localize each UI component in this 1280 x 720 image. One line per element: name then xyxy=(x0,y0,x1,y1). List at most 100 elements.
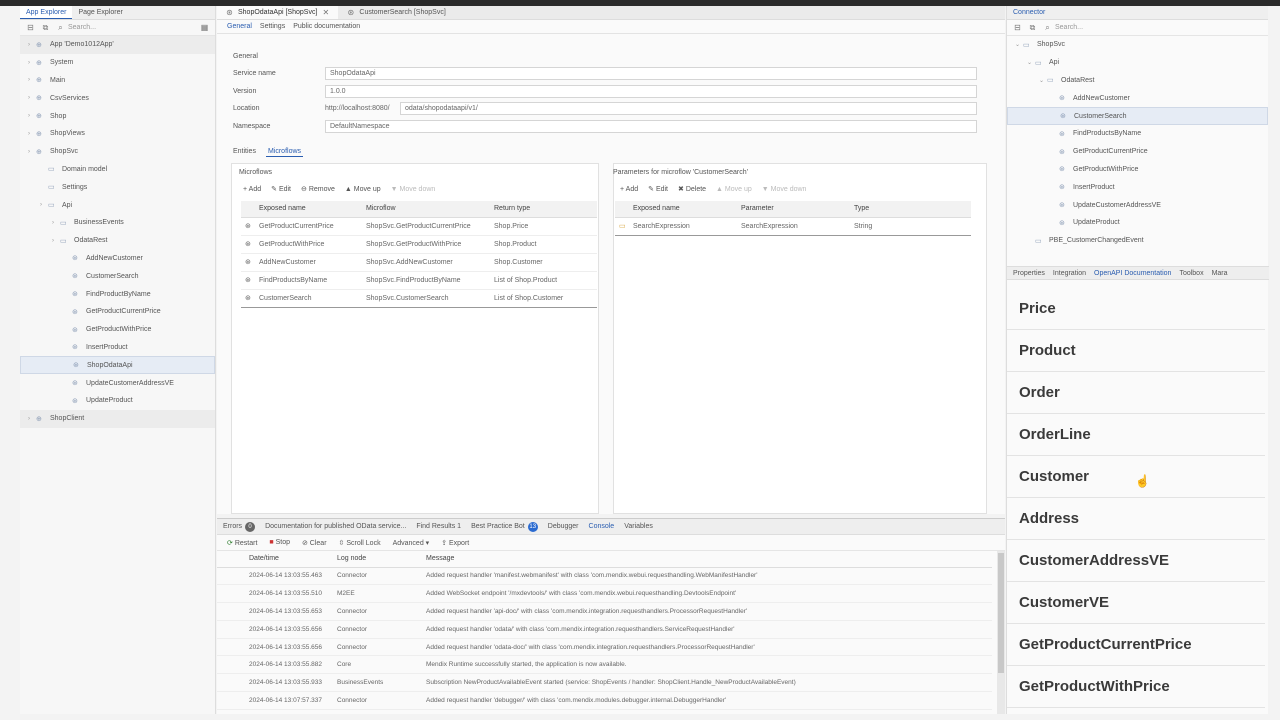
export-button[interactable]: ⇪ Export xyxy=(441,539,469,547)
chevron-icon[interactable]: › xyxy=(40,202,48,208)
connector-search[interactable]: ⌕ Search... xyxy=(1043,23,1262,32)
table-row[interactable]: ⊛ CustomerSearch ShopSvc.CustomerSearch Lis… xyxy=(241,288,597,308)
tree-item[interactable]: › ⊕ Shop xyxy=(20,107,215,125)
col-datetime[interactable]: Date/time xyxy=(245,551,333,568)
schema-item[interactable]: CustomerVE xyxy=(1007,582,1265,624)
log-row[interactable]: 2024-06-14 13:03:55.882 Core Mendix Runtim… xyxy=(217,655,992,675)
schema-item[interactable]: GetProductCurrentPrice xyxy=(1007,624,1265,666)
log-row[interactable]: 2024-06-14 13:03:55.933 BusinessEvents Sub… xyxy=(217,673,992,693)
tab-app-explorer[interactable]: App Explorer xyxy=(20,6,73,19)
advanced-dropdown[interactable]: Advanced ▾ xyxy=(393,539,430,547)
tab-integration[interactable]: Integration xyxy=(1053,270,1086,277)
collapse-all-icon[interactable]: ⊟ xyxy=(26,23,35,32)
col-param-exposed-name[interactable]: Exposed name xyxy=(629,201,737,218)
tree-item[interactable]: ⊛ InsertProduct xyxy=(20,339,215,357)
connector-tree-item[interactable]: ⊛ UpdateCustomerAddressVE xyxy=(1007,196,1268,214)
tree-item[interactable]: › ▭ OdataRest xyxy=(20,232,215,250)
tree-item[interactable]: › ⊕ ShopClient xyxy=(20,409,215,428)
console-scrollbar[interactable] xyxy=(997,551,1005,714)
connector-tree-item[interactable]: ⌄ ▭ Api xyxy=(1007,54,1268,72)
chevron-icon[interactable]: › xyxy=(28,42,36,48)
tree-item[interactable]: › ⊕ System xyxy=(20,54,215,72)
tab-documentation[interactable]: Documentation for published OData servic… xyxy=(265,523,406,530)
tab-general[interactable]: General xyxy=(227,23,252,30)
log-row[interactable]: 2024-06-14 13:03:55.656 Connector Added re… xyxy=(217,620,992,639)
explorer-search[interactable]: ⌕ Search... xyxy=(56,23,194,32)
col-log-node[interactable]: Log node xyxy=(333,551,422,568)
param-move-up-button[interactable]: ▲ Move up xyxy=(716,186,752,193)
table-row[interactable]: ⊛ GetProductWithPrice ShopSvc.GetProductWi… xyxy=(241,235,597,254)
tree-item[interactable]: ▭ Settings xyxy=(20,178,215,196)
stop-button[interactable]: ■ Stop xyxy=(269,539,290,546)
chevron-icon[interactable]: › xyxy=(28,131,36,137)
table-row[interactable]: ⊛ GetProductCurrentPrice ShopSvc.GetProduc… xyxy=(241,217,597,236)
col-parameter[interactable]: Parameter xyxy=(737,201,850,218)
tab-microflows[interactable]: Microflows xyxy=(265,147,304,157)
add-button[interactable]: + Add xyxy=(243,186,261,193)
schema-item[interactable]: Order xyxy=(1007,372,1265,414)
param-add-button[interactable]: + Add xyxy=(620,186,638,193)
tree-item[interactable]: ⊛ AddNewCustomer xyxy=(20,250,215,268)
col-return-type[interactable]: Return type xyxy=(490,201,597,218)
tab-settings[interactable]: Settings xyxy=(260,23,285,30)
connector-tree-item[interactable]: ⊛ GetProductCurrentPrice xyxy=(1007,143,1268,161)
schema-item[interactable]: GetProductWithPrice xyxy=(1007,666,1265,708)
scroll-lock-button[interactable]: ⇳ Scroll Lock xyxy=(339,539,381,547)
log-row[interactable]: 2024-06-14 13:03:55.656 Connector Added re… xyxy=(217,638,992,657)
table-row[interactable]: ⊛ AddNewCustomer ShopSvc.AddNewCustomer Sho… xyxy=(241,253,597,272)
tree-item[interactable]: › ⊕ Main xyxy=(20,72,215,90)
tree-item[interactable]: › ▭ BusinessEvents xyxy=(20,214,215,232)
log-row[interactable]: 2024-06-14 13:03:55.463 Connector Added re… xyxy=(217,567,992,586)
chevron-icon[interactable]: ⌄ xyxy=(1015,41,1023,48)
chevron-icon[interactable]: › xyxy=(28,113,36,119)
collapse-all-icon[interactable]: ⊟ xyxy=(1013,23,1022,32)
schema-item[interactable]: Product xyxy=(1007,330,1265,372)
chevron-icon[interactable]: › xyxy=(28,416,36,422)
chevron-icon[interactable]: › xyxy=(28,149,36,155)
col-message[interactable]: Message xyxy=(422,551,992,568)
param-edit-button[interactable]: ✎ Edit xyxy=(648,185,668,193)
tree-item[interactable]: ▭ Domain model xyxy=(20,161,215,179)
log-row[interactable]: 2024-06-14 13:07:57.337 Connector Added re… xyxy=(217,691,992,710)
col-type[interactable]: Type xyxy=(850,201,971,218)
tree-item[interactable]: ⊛ UpdateCustomerAddressVE xyxy=(20,374,215,392)
tab-public-documentation[interactable]: Public documentation xyxy=(293,23,360,30)
tab-console[interactable]: Console xyxy=(589,523,615,530)
tree-item[interactable]: ⊛ GetProductWithPrice xyxy=(20,321,215,339)
schema-item[interactable]: Price xyxy=(1007,288,1265,330)
tree-item[interactable]: ⊛ CustomerSearch xyxy=(20,267,215,285)
tab-properties[interactable]: Properties xyxy=(1013,270,1045,277)
param-delete-button[interactable]: ✖ Delete xyxy=(678,185,706,193)
log-row[interactable]: 2024-06-14 13:03:55.653 Connector Added re… xyxy=(217,602,992,621)
log-row[interactable]: 2024-06-14 13:03:55.510 M2EE Added WebSock… xyxy=(217,584,992,604)
tab-entities[interactable]: Entities xyxy=(231,147,258,157)
table-row[interactable]: ▭ SearchExpression SearchExpression Stri… xyxy=(615,216,971,236)
tab-debugger[interactable]: Debugger xyxy=(548,523,579,530)
restart-button[interactable]: ⟳ Restart xyxy=(227,539,257,547)
tree-item[interactable]: ⊛ UpdateProduct xyxy=(20,392,215,410)
tab-page-explorer[interactable]: Page Explorer xyxy=(72,6,128,19)
connector-tree-item[interactable]: ▭ PBE_CustomerChangedEvent xyxy=(1007,232,1268,250)
connector-tree-item[interactable]: ⊛ CustomerSearch xyxy=(1007,107,1268,125)
copy-icon[interactable]: ⧉ xyxy=(41,23,50,32)
col-exposed-name[interactable]: Exposed name xyxy=(255,201,362,218)
copy-icon[interactable]: ⧉ xyxy=(1028,23,1037,32)
col-microflow[interactable]: Microflow xyxy=(362,201,490,218)
edit-button[interactable]: ✎ Edit xyxy=(271,185,291,193)
remove-button[interactable]: ⊖ Remove xyxy=(301,185,335,193)
location-path-field[interactable]: odata/shopodataapi/v1/ xyxy=(400,102,977,115)
connector-tree-item[interactable]: ⊛ GetProductWithPrice xyxy=(1007,161,1268,179)
calculator-icon[interactable]: ▦ xyxy=(200,23,209,32)
chevron-icon[interactable]: › xyxy=(52,238,60,244)
schema-item[interactable]: Address xyxy=(1007,498,1265,540)
version-field[interactable]: 1.0.0 xyxy=(325,85,977,98)
tab-maia[interactable]: Mara xyxy=(1212,270,1228,277)
tree-item[interactable]: ⊛ FindProductByName xyxy=(20,285,215,303)
chevron-icon[interactable]: ⌄ xyxy=(1039,77,1047,84)
tab-openapi-documentation[interactable]: OpenAPI Documentation xyxy=(1094,270,1171,277)
connector-tree-item[interactable]: ⊛ AddNewCustomer xyxy=(1007,89,1268,107)
tree-item[interactable]: ⊛ GetProductCurrentPrice xyxy=(20,303,215,321)
connector-tree-item[interactable]: ⊛ UpdateProduct xyxy=(1007,214,1268,232)
tab-best-practice-bot[interactable]: Best Practice Bot 13 xyxy=(471,521,538,532)
move-down-button[interactable]: ▼ Move down xyxy=(391,186,436,193)
